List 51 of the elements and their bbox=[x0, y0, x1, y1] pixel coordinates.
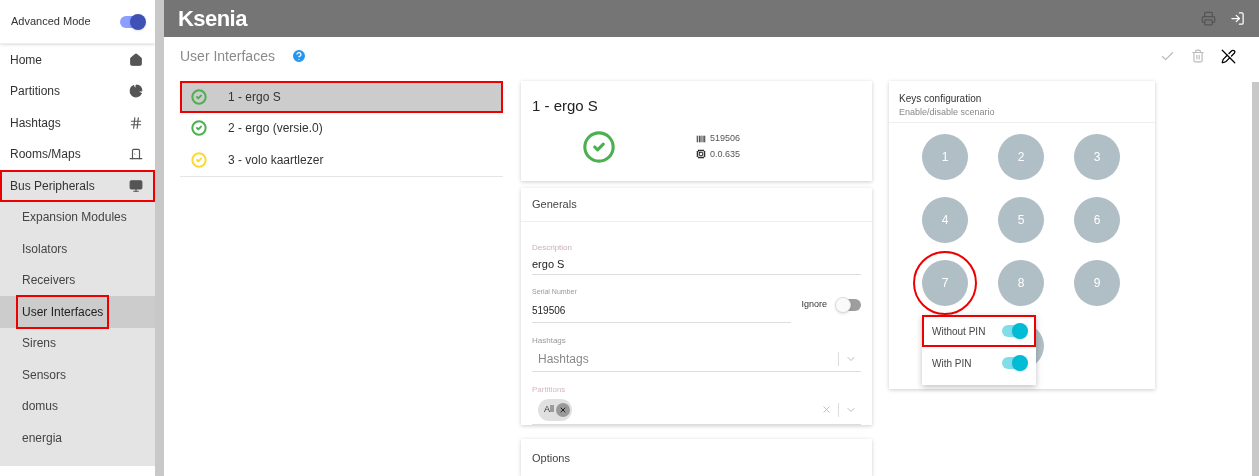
submenu-item[interactable]: Isolators bbox=[18, 233, 72, 264]
firmware-text: 0.0.635 bbox=[710, 147, 741, 161]
partition-chip[interactable]: All bbox=[538, 398, 572, 421]
pin-menu-item[interactable]: With PIN bbox=[922, 347, 1036, 379]
hash-icon bbox=[129, 115, 143, 130]
pin-menu-item[interactable]: Without PIN bbox=[922, 315, 1036, 347]
nav-item[interactable]: Hashtags bbox=[0, 107, 155, 139]
nav-item[interactable]: Home bbox=[0, 44, 155, 76]
edit-off-icon[interactable] bbox=[1221, 48, 1236, 64]
hashtags-select[interactable]: Hashtags Hashtags bbox=[532, 334, 861, 372]
card-title: Generals bbox=[532, 197, 577, 213]
submenu-item[interactable]: domus bbox=[18, 391, 63, 422]
logo: Ksenia bbox=[178, 7, 247, 30]
device-list-item[interactable]: 2 - ergo (versie.0) bbox=[180, 112, 503, 144]
serial-text: 519506 bbox=[710, 132, 741, 145]
submenu-item[interactable]: Sirens bbox=[18, 328, 60, 359]
clear-icon[interactable] bbox=[821, 404, 832, 416]
submenu-item[interactable]: Receivers bbox=[18, 265, 80, 296]
pin-toggle[interactable] bbox=[1002, 325, 1026, 337]
ignore-label: Ignore bbox=[801, 298, 827, 312]
help-icon[interactable] bbox=[290, 48, 307, 64]
partitions-label: Partitions bbox=[532, 383, 567, 396]
home-icon bbox=[129, 52, 143, 67]
device-list-item[interactable]: 3 - volo kaartlezer bbox=[180, 144, 503, 176]
pie-chart-icon bbox=[129, 84, 143, 99]
card-title: Options bbox=[532, 451, 570, 464]
sidebar-scrollbar[interactable] bbox=[155, 0, 164, 476]
monitor-icon bbox=[129, 178, 143, 193]
nav-item[interactable]: Bus Peripherals bbox=[0, 170, 155, 202]
submenu-item[interactable]: Sensors bbox=[18, 359, 71, 390]
remove-icon[interactable] bbox=[556, 402, 570, 417]
logout-icon[interactable] bbox=[1230, 11, 1245, 26]
nav-item[interactable]: Partitions bbox=[0, 75, 155, 107]
ignore-toggle[interactable] bbox=[837, 299, 861, 312]
main-scrollbar[interactable] bbox=[1252, 82, 1259, 476]
advanced-mode-label: Advanced Mode bbox=[11, 14, 91, 30]
card-subtitle: Enable/disable scenario bbox=[899, 106, 996, 119]
barcode-icon bbox=[696, 133, 706, 144]
page-title: User Interfaces bbox=[180, 46, 275, 66]
pin-toggle[interactable] bbox=[1002, 357, 1026, 369]
card-title: Keys configuration bbox=[899, 92, 983, 106]
advanced-mode-toggle[interactable] bbox=[120, 15, 144, 28]
device-title: 1 - ergo S bbox=[532, 96, 599, 116]
description-field[interactable]: Description ergo S bbox=[532, 241, 861, 276]
chip-icon bbox=[696, 149, 706, 160]
submenu-item[interactable]: Expansion Modules bbox=[18, 202, 131, 233]
door-icon bbox=[129, 147, 143, 162]
print-icon[interactable] bbox=[1201, 11, 1216, 26]
submenu-item[interactable]: energia bbox=[18, 422, 67, 453]
device-list-item[interactable]: 1 - ergo S bbox=[180, 81, 503, 113]
nav-item[interactable]: Rooms/Maps bbox=[0, 138, 155, 170]
